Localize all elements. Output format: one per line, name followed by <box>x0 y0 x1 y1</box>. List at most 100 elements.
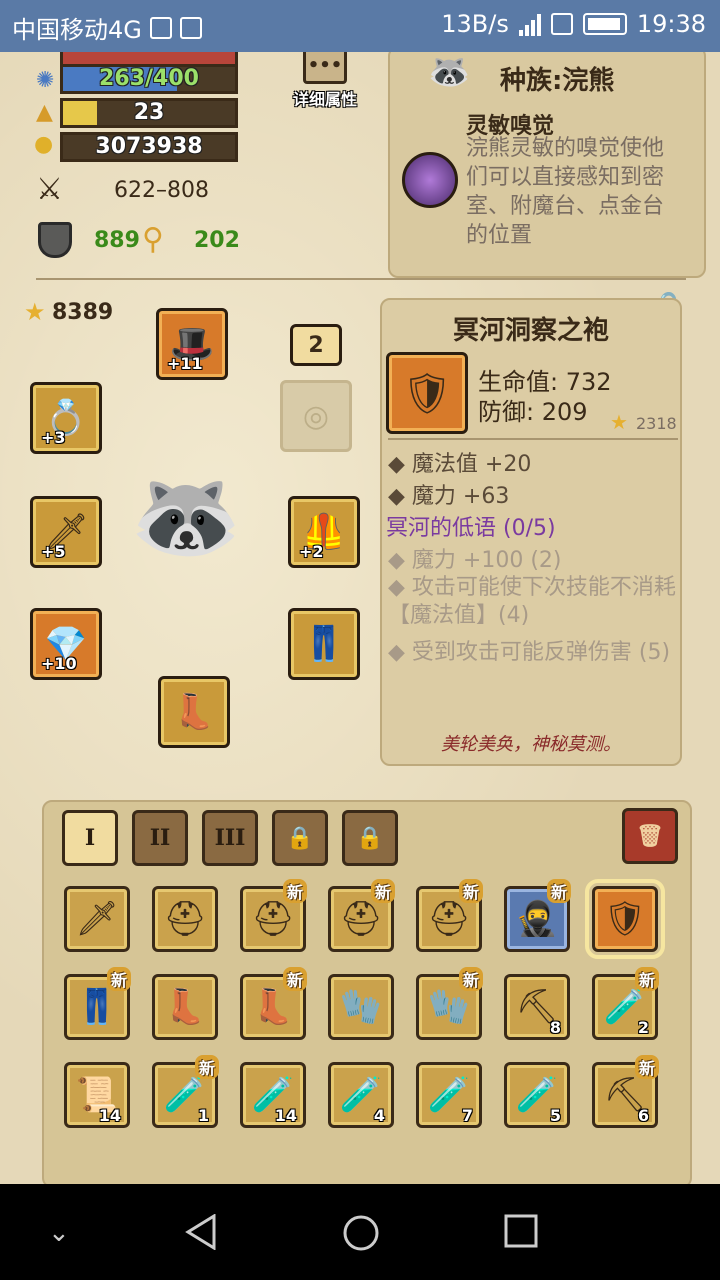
recents-button[interactable] <box>504 1214 538 1252</box>
item-icon: 🗡 <box>75 899 119 939</box>
equip-slot-weapon[interactable]: 🗡 +5 <box>30 496 102 568</box>
equip-slot-boots[interactable]: 👢 <box>158 676 230 748</box>
item-icon: 👢 <box>251 987 295 1027</box>
pants-icon: 👖 <box>302 624 346 664</box>
inventory-item[interactable]: 🥷 新 <box>504 879 571 952</box>
skill-icon[interactable] <box>402 152 458 208</box>
gold-bar: 3073938 <box>60 132 238 162</box>
inventory-item[interactable]: ⛑ 新 <box>416 879 483 952</box>
inventory-item[interactable]: ⛏ 6 新 <box>592 1055 659 1128</box>
item-icon: ⛑ <box>163 899 207 939</box>
inventory-item[interactable]: ⛏ 8 <box>504 974 570 1040</box>
item-icon: 🧤 <box>339 987 383 1027</box>
inventory-item[interactable]: 👢 <box>152 974 218 1040</box>
item-score: 2318 <box>636 414 677 433</box>
item-count: 1 <box>197 1106 209 1125</box>
inventory-item[interactable]: ⛑ 新 <box>240 879 307 952</box>
status-bar: 中国移动4G 13B/s 19:38 <box>0 0 720 52</box>
set-name: 冥河的低语 (0/5) <box>386 516 556 541</box>
magic-value: 202 <box>194 228 240 253</box>
equip-slot-ring[interactable]: 💍 +3 <box>30 382 102 454</box>
inventory-item[interactable]: 🧪 7 <box>416 1062 482 1128</box>
inventory-item[interactable]: 👖 新 <box>64 967 131 1040</box>
clock: 19:38 <box>636 10 706 38</box>
home-button[interactable] <box>342 1214 380 1256</box>
raccoon-icon: 🦝 <box>428 52 471 92</box>
level-icon: ▲ <box>36 100 53 125</box>
item-icon: 🛡 <box>603 899 647 939</box>
equip-slot-armor[interactable]: 🦺 +2 <box>288 496 360 568</box>
item-count: 6 <box>637 1106 649 1125</box>
inventory-item[interactable]: 🧤 新 <box>416 967 483 1040</box>
item-count: 14 <box>274 1106 297 1125</box>
crossed-swords-icon: ⚔ <box>36 172 63 207</box>
item-icon: 👢 <box>163 987 207 1027</box>
bag-tab-locked-2[interactable]: 🔒 <box>342 810 398 866</box>
lock-icon: 🔒 <box>356 825 384 851</box>
character-portrait: 🦝 <box>130 464 243 569</box>
new-badge: 新 <box>282 879 307 903</box>
inventory-item[interactable]: 🛡 <box>585 879 665 959</box>
item-icon: 🧤 <box>427 987 471 1027</box>
attack-value: 622–808 <box>114 178 209 203</box>
network-speed: 13B/s <box>441 10 509 38</box>
bag-tab-locked-1[interactable]: 🔒 <box>272 810 328 866</box>
item-detail-panel: 冥河洞察之袍 🛡 生命值: 732 防御: 209 ★ 2318 ◆ 魔法值 +… <box>380 298 682 766</box>
gold-icon: ● <box>34 132 54 157</box>
back-button[interactable] <box>184 1213 220 1254</box>
item-icon: ⛑ <box>251 899 295 939</box>
mana-icon: ✺ <box>36 68 55 93</box>
new-badge: 新 <box>194 1055 219 1079</box>
hide-keyboard-icon[interactable]: ⌄ <box>48 1218 70 1248</box>
download-icon <box>149 16 172 39</box>
item-attr-2: ◆ 魔力 +63 <box>388 484 510 509</box>
inventory-item[interactable]: 📜 14 <box>64 1062 130 1128</box>
level-fill <box>63 101 98 125</box>
detail-attributes-label: 详细属性 <box>292 90 357 109</box>
lock-icon: 🔒 <box>286 825 314 851</box>
signal-icon <box>518 12 541 36</box>
level-bar: 23 <box>60 98 238 128</box>
inventory-item[interactable]: 🧪 14 <box>240 1062 306 1128</box>
equip-slot-pants[interactable]: 👖 <box>288 608 360 680</box>
race-title: 种族:浣熊 <box>500 66 615 96</box>
new-badge: 新 <box>546 879 571 903</box>
item-count: 4 <box>373 1106 385 1125</box>
equip-slot-bracer[interactable]: 💎 +10 <box>30 608 102 680</box>
new-badge: 新 <box>370 879 395 903</box>
bag-tab-2[interactable]: II <box>132 810 188 866</box>
inventory-item[interactable]: 🧪 4 <box>328 1062 394 1128</box>
inventory-item[interactable]: 🧪 2 新 <box>592 967 659 1040</box>
equip-slot-amulet-empty[interactable]: ◎ <box>280 380 352 452</box>
race-panel: 🦝 种族:浣熊 灵敏嗅觉 浣熊灵敏的嗅觉使他们可以直接感知到密室、附魔台、点金台… <box>388 52 706 278</box>
trash-button[interactable]: 🗑 <box>622 808 678 864</box>
inventory-item[interactable]: 👢 新 <box>240 967 307 1040</box>
item-icon: ⛑ <box>427 899 471 939</box>
bag-tab-3[interactable]: III <box>202 810 258 866</box>
skill-description: 浣熊灵敏的嗅觉使他们可以直接感知到密室、附魔台、点金台的位置 <box>466 136 665 248</box>
equip-slot-hat[interactable]: 🎩 +11 <box>156 308 228 380</box>
item-detail-icon: 🛡 <box>386 352 468 434</box>
inventory-item[interactable]: 🧤 <box>328 974 394 1040</box>
set-bonus-1: ◆ 魔力 +100 (2) <box>388 548 562 573</box>
inventory-item[interactable]: 🧪 5 <box>504 1062 570 1128</box>
item-icon: 👖 <box>75 987 119 1027</box>
detail-attributes-button[interactable]: ••• 详细属性 <box>288 52 362 109</box>
set-bonus-3: ◆ 受到攻击可能反弹伤害 (5) <box>388 640 671 665</box>
battery-icon <box>582 13 627 35</box>
item-divider <box>388 438 678 440</box>
inventory-item[interactable]: 🗡 <box>64 886 130 952</box>
inventory-item[interactable]: 🧪 1 新 <box>152 1055 219 1128</box>
slot-count-badge[interactable]: 2 <box>290 324 342 366</box>
sim-icon <box>550 13 573 35</box>
game-screen: ✺ 263/400 ▲ 23 ● 3073938 ⚔ 622–808 889 ⚲… <box>0 52 720 1184</box>
boots-icon: 👢 <box>172 692 216 732</box>
inventory-item[interactable]: ⛑ <box>152 886 218 952</box>
score-star-icon: ★ <box>24 298 46 326</box>
level-text: 23 <box>133 100 165 125</box>
inventory-item[interactable]: ⛑ 新 <box>328 879 395 952</box>
item-count: 8 <box>549 1018 561 1037</box>
trash-icon: 🗑 <box>636 823 664 849</box>
bag-tab-1[interactable]: I <box>62 810 118 866</box>
robe-icon: 🛡 <box>401 370 453 417</box>
